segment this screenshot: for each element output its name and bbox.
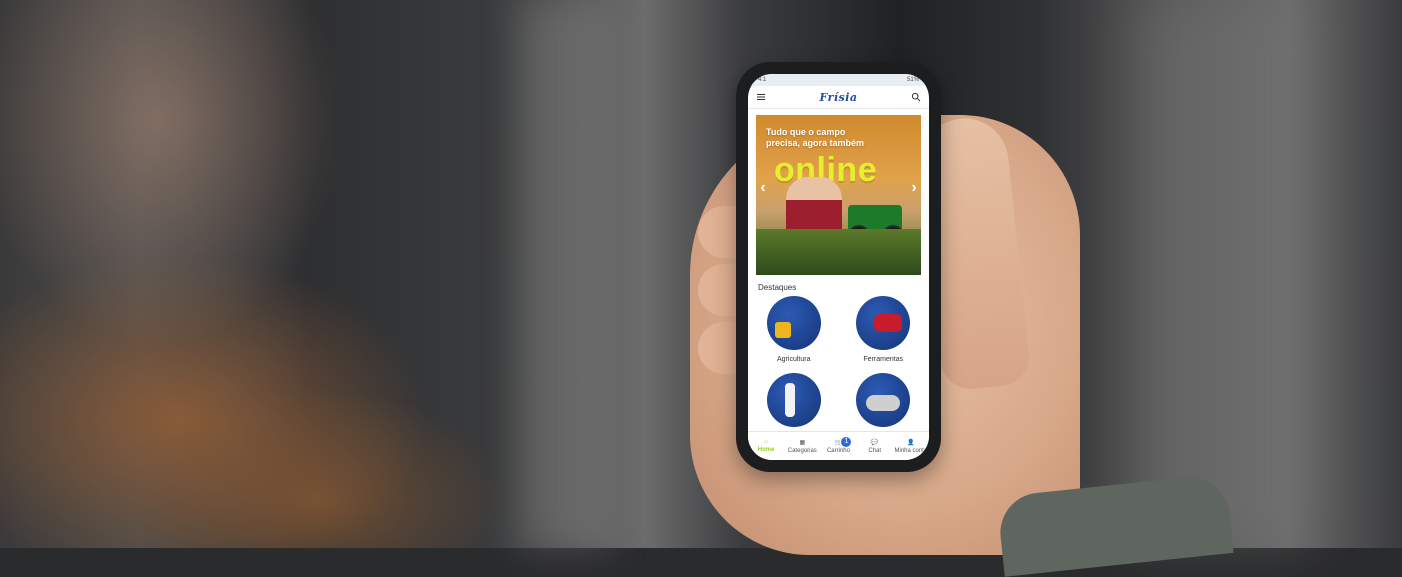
background-pillar [1130, 0, 1310, 548]
highlights-title: Destaques [758, 283, 797, 292]
menu-icon[interactable] [756, 92, 766, 102]
brand-logo: Frísia [819, 90, 858, 104]
nav-label: Chat [868, 447, 881, 454]
category-3-icon [766, 373, 821, 427]
category-agricultura[interactable]: Agricultura [758, 296, 830, 363]
home-icon: ⌂ [764, 439, 768, 445]
categories-grid: Agricultura Ferramentas [748, 296, 929, 363]
banner-line-2: precisa, agora também [766, 138, 865, 148]
nav-home[interactable]: ⌂ Home [749, 439, 783, 453]
category-4-icon [856, 373, 911, 427]
nav-categorias[interactable]: ▦ Categorias [785, 439, 819, 454]
bottom-navigation: ⌂ Home ▦ Categorias 🛒 1 Carrinho 💬 Chat … [748, 431, 929, 460]
nav-label: Minha conta [894, 447, 928, 454]
app-bar: Frísia [748, 86, 929, 109]
chevron-right-icon: › [911, 179, 917, 196]
status-right: 51% [906, 77, 919, 83]
background-pillar [520, 0, 610, 548]
nav-label: Home [757, 447, 775, 453]
agriculture-icon [766, 296, 821, 350]
categories-icon: ▦ [799, 439, 806, 446]
tools-icon [856, 296, 911, 350]
category-ferramentas[interactable]: Ferramentas [848, 296, 920, 363]
category-4[interactable] [848, 373, 920, 427]
status-bar: 4:1 51% [748, 74, 929, 86]
account-icon: 👤 [907, 439, 915, 446]
nav-minha-conta[interactable]: 👤 Minha conta [894, 439, 928, 454]
carousel-next-button[interactable]: › [907, 173, 921, 203]
carousel-prev-button[interactable]: ‹ [756, 173, 770, 203]
parts-shape [866, 395, 901, 411]
phone-screen: 4:1 51% Frísia Tudo que o campo precisa,… [748, 74, 929, 460]
bucket-shape [774, 322, 791, 338]
nav-chat[interactable]: 💬 Chat [858, 439, 892, 454]
search-icon[interactable] [911, 92, 921, 102]
categories-grid-row-2 [748, 373, 929, 427]
chat-icon: 💬 [870, 439, 879, 446]
banner-line-1: Tudo que o campo [766, 127, 846, 137]
nav-carrinho[interactable]: 🛒 1 Carrinho [821, 436, 855, 454]
power-tool-shape [874, 314, 903, 332]
status-left: 4:1 [758, 77, 767, 83]
category-label: Agricultura [777, 356, 811, 363]
category-3[interactable] [758, 373, 830, 427]
field-illustration [756, 229, 921, 275]
banner-text: Tudo que o campo precisa, agora também [766, 127, 916, 149]
nav-label: Categorias [787, 447, 817, 454]
bottle-shape [784, 383, 795, 417]
cart-badge: 1 [841, 436, 852, 447]
promo-banner[interactable]: Tudo que o campo precisa, agora também o… [756, 115, 921, 275]
chevron-left-icon: ‹ [760, 179, 766, 196]
nav-label: Carrinho [826, 447, 850, 454]
category-label: Ferramentas [863, 356, 904, 363]
